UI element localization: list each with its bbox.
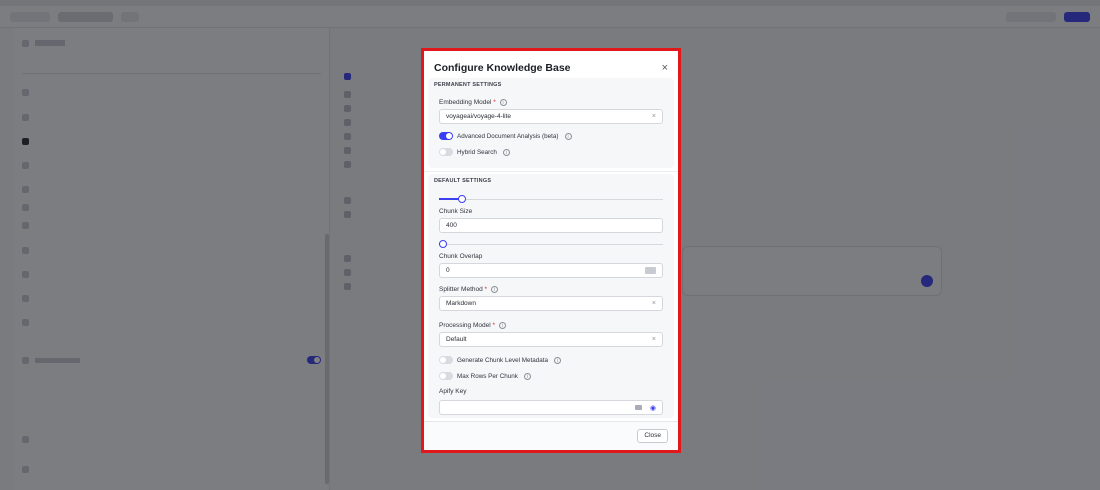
- chunk-size-slider[interactable]: [439, 195, 663, 203]
- chunk-overlap-input[interactable]: 0: [439, 263, 663, 278]
- close-icon[interactable]: ×: [662, 62, 668, 74]
- modal-title: Configure Knowledge Base: [434, 62, 571, 74]
- splitter-method-label: Splitter Method * i: [439, 286, 498, 293]
- permanent-settings-title: PERMANENT SETTINGS: [434, 82, 502, 88]
- processing-model-label: Processing Model * i: [439, 322, 506, 329]
- key-icon: [634, 405, 642, 410]
- processing-model-select[interactable]: Default ×: [439, 332, 663, 347]
- chunk-overlap-label: Chunk Overlap: [439, 253, 483, 260]
- clear-icon[interactable]: ×: [652, 113, 656, 120]
- hybrid-search-label: Hybrid Search: [457, 148, 497, 156]
- embedding-model-label: Embedding Model * i: [439, 99, 507, 106]
- chunk-overlap-slider[interactable]: [439, 240, 663, 248]
- clear-icon[interactable]: ×: [652, 336, 656, 343]
- advanced-document-analysis-row: Advanced Document Analysis (beta) i: [439, 132, 572, 140]
- info-icon: i: [490, 286, 498, 293]
- max-rows-per-chunk-row: Max Rows Per Chunk i: [439, 372, 531, 380]
- splitter-method-value: Markdown: [446, 300, 476, 307]
- info-icon: i: [499, 99, 507, 106]
- highlight-frame: Configure Knowledge Base × PERMANENT SET…: [421, 48, 681, 453]
- hybrid-search-toggle[interactable]: [439, 148, 453, 156]
- max-rows-per-chunk-label: Max Rows Per Chunk: [457, 372, 518, 380]
- apify-key-label: Apify Key: [439, 388, 467, 395]
- modal-footer: Close: [424, 421, 678, 450]
- eye-icon[interactable]: ◉: [650, 404, 656, 412]
- chunk-size-input[interactable]: 400: [439, 218, 663, 233]
- section-divider: [424, 171, 678, 172]
- chunk-size-label: Chunk Size: [439, 208, 473, 215]
- apify-key-input[interactable]: ◉: [439, 400, 663, 415]
- modal-header: Configure Knowledge Base ×: [434, 61, 668, 75]
- generate-chunk-level-metadata-label: Generate Chunk Level Metadata: [457, 356, 549, 364]
- info-icon: i: [502, 148, 510, 156]
- generate-chunk-level-metadata-toggle[interactable]: [439, 356, 453, 364]
- chunk-overlap-value: 0: [446, 267, 450, 274]
- advanced-document-analysis-toggle[interactable]: [439, 132, 453, 140]
- hybrid-search-row: Hybrid Search i: [439, 148, 510, 156]
- embedding-model-select[interactable]: voyageai/voyage-4-lite ×: [439, 109, 663, 124]
- default-settings-title: DEFAULT SETTINGS: [434, 178, 492, 184]
- advanced-document-analysis-label: Advanced Document Analysis (beta): [457, 132, 559, 140]
- embedding-model-value: voyageai/voyage-4-lite: [446, 113, 512, 120]
- generate-chunk-level-metadata-row: Generate Chunk Level Metadata i: [439, 356, 562, 364]
- close-button[interactable]: Close: [637, 429, 668, 443]
- chunk-size-slider-thumb[interactable]: [458, 195, 467, 203]
- splitter-method-select[interactable]: Markdown ×: [439, 296, 663, 311]
- max-rows-per-chunk-toggle[interactable]: [439, 372, 453, 380]
- chunk-overlap-slider-thumb[interactable]: [439, 240, 447, 248]
- info-icon: i: [554, 356, 562, 364]
- processing-model-value: Default: [446, 336, 467, 343]
- chunk-size-value: 400: [446, 222, 457, 229]
- clear-icon[interactable]: ×: [652, 300, 656, 307]
- info-icon: i: [498, 322, 506, 329]
- info-icon: i: [523, 372, 531, 380]
- stepper-icon[interactable]: [645, 267, 656, 274]
- info-icon: i: [564, 132, 572, 140]
- configure-knowledge-base-modal: Configure Knowledge Base × PERMANENT SET…: [424, 51, 678, 450]
